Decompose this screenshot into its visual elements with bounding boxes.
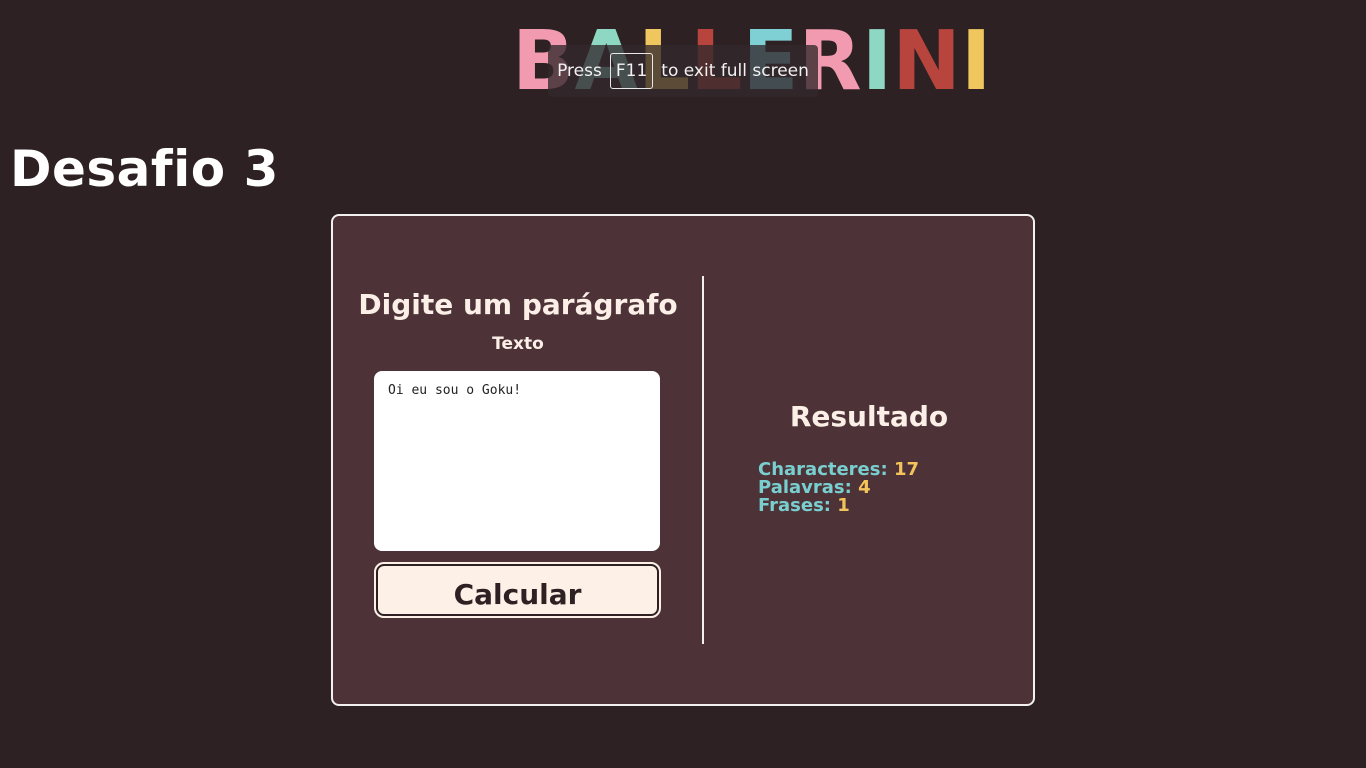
result-title: Resultado (789, 400, 949, 433)
stat-value: 17 (893, 459, 920, 480)
stat-value: 1 (837, 495, 850, 516)
result-stats: Characteres: 17 Palavras: 4 Frases: 1 (758, 461, 919, 515)
f11-key-badge: F11 (609, 53, 654, 89)
stat-value: 4 (858, 477, 871, 498)
paragraph-input[interactable] (374, 371, 660, 551)
fullscreen-notice-suffix: to exit full screen (661, 61, 809, 81)
text-label: Texto (492, 334, 544, 354)
stat-sentences: Frases: 1 (758, 497, 919, 515)
stat-label: Frases: (758, 495, 832, 516)
logo-letter: I (960, 14, 992, 109)
challenge-card: Digite um parágrafo Texto Calcular Resul… (331, 214, 1035, 706)
calculate-button[interactable]: Calcular (374, 562, 661, 618)
fullscreen-notice: Press F11 to exit full screen (548, 45, 818, 97)
fullscreen-notice-prefix: Press (557, 61, 602, 81)
input-panel: Digite um parágrafo Texto Calcular (333, 216, 703, 704)
input-heading: Digite um parágrafo (358, 288, 678, 321)
logo-letter: I (861, 14, 893, 109)
panel-divider (702, 276, 704, 644)
page-title: Desafio 3 (10, 140, 279, 198)
logo-letter: N (892, 14, 961, 109)
